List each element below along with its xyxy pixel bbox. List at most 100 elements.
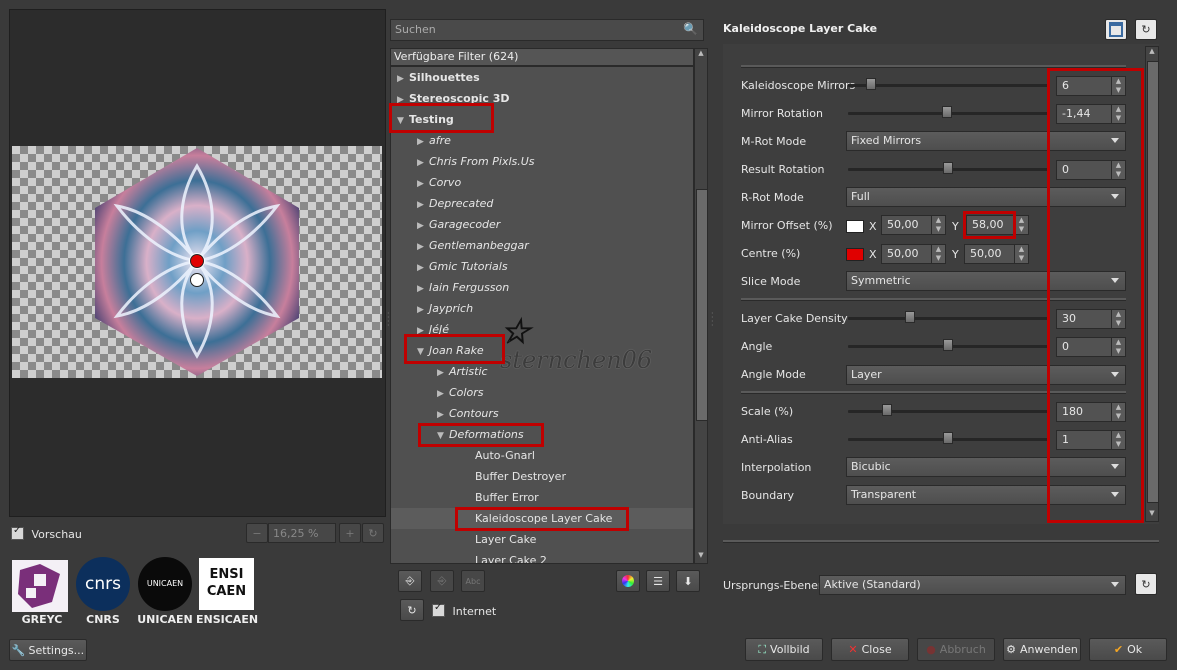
- params-scrollbar[interactable]: ▲ ▼: [1145, 46, 1159, 522]
- centre-x-spinbox[interactable]: 50,00 ▲ ▼: [881, 244, 946, 264]
- scroll-down-icon[interactable]: ▼: [696, 551, 706, 563]
- input-layers-refresh-button[interactable]: ↻: [1135, 573, 1157, 595]
- splitter-handle-right[interactable]: · · · ·: [711, 310, 714, 330]
- internet-toggle[interactable]: Internet: [432, 602, 496, 620]
- tree-item-garagecoder[interactable]: ▶ Garagecoder: [417, 214, 500, 235]
- zoom-in-button[interactable]: +: [339, 523, 361, 543]
- spin-arrows-icon[interactable]: ▲ ▼: [931, 216, 945, 234]
- add-favorite-button[interactable]: ⎆: [398, 570, 422, 592]
- preview-image[interactable]: [12, 146, 382, 378]
- spin-arrows-icon[interactable]: ▲ ▼: [931, 245, 945, 263]
- remove-favorite-button[interactable]: ⎆: [430, 570, 454, 592]
- tree-item-gentlemanbeggar[interactable]: ▶ Gentlemanbeggar: [417, 235, 529, 256]
- mirror-offset-handle[interactable]: [190, 273, 204, 287]
- input-layers-select[interactable]: Aktive (Standard): [819, 575, 1126, 595]
- filter-search-input[interactable]: Suchen 🔍: [390, 19, 704, 41]
- tree-item-gmic-tutorials[interactable]: ▶ Gmic Tutorials: [417, 256, 508, 277]
- filter-info-button[interactable]: [1105, 19, 1127, 40]
- reset-icon: ↻: [1141, 23, 1151, 36]
- slider-handle[interactable]: [943, 432, 953, 444]
- tree-item-auto-gnarl[interactable]: Auto-Gnarl: [475, 445, 535, 466]
- zoom-reset-button[interactable]: ↻: [362, 523, 384, 543]
- mirror-offset-color-swatch[interactable]: [846, 220, 864, 233]
- tree-item-contours[interactable]: ▶ Contours: [437, 403, 499, 424]
- tree-item-label: Corvo: [429, 176, 462, 189]
- tree-item-artistic[interactable]: ▶ Artistic: [437, 361, 488, 382]
- mirror-rotation-slider[interactable]: [848, 106, 1049, 118]
- scroll-up-icon[interactable]: ▲: [696, 49, 706, 61]
- settings-button[interactable]: 🔧 Settings...: [9, 639, 87, 661]
- preview-toggle[interactable]: Vorschau: [11, 525, 82, 543]
- spin-arrows-icon[interactable]: ▲ ▼: [1014, 216, 1028, 234]
- update-filters-button[interactable]: ⬇: [676, 570, 700, 592]
- slider-handle[interactable]: [905, 311, 915, 323]
- fullscreen-button[interactable]: ⛶ Vollbild: [745, 638, 823, 661]
- scroll-down-icon[interactable]: ▼: [1147, 509, 1157, 521]
- chevron-right-icon[interactable]: ▶: [417, 174, 429, 195]
- chevron-right-icon[interactable]: ▶: [417, 237, 429, 258]
- ok-button[interactable]: ✔ Ok: [1089, 638, 1167, 661]
- spin-arrows-icon[interactable]: ▲ ▼: [1014, 245, 1028, 263]
- tree-item-jayprich[interactable]: ▶ Jayprich: [417, 298, 473, 319]
- refresh-button[interactable]: ↻: [400, 599, 424, 621]
- tree-scroll-thumb[interactable]: [696, 189, 708, 421]
- chevron-right-icon[interactable]: ▶: [417, 153, 429, 174]
- chevron-right-icon[interactable]: ▶: [417, 216, 429, 237]
- tree-item-buffer-error[interactable]: Buffer Error: [475, 487, 539, 508]
- rename-button[interactable]: Abc: [461, 570, 485, 592]
- apply-button[interactable]: ⚙ Anwenden: [1003, 638, 1081, 661]
- zoom-field[interactable]: 16,25 %: [268, 523, 336, 543]
- centre-y-spinbox[interactable]: 50,00 ▲ ▼: [964, 244, 1029, 264]
- internet-checkbox[interactable]: [432, 602, 445, 617]
- centre-handle[interactable]: [190, 254, 204, 268]
- chevron-right-icon[interactable]: ▶: [417, 258, 429, 279]
- button-label: Vollbild: [770, 643, 810, 656]
- tree-item-silhouettes[interactable]: ▶ Silhouettes: [397, 67, 480, 88]
- anti-alias-slider[interactable]: [848, 432, 1049, 444]
- reset-params-button[interactable]: ↻: [1135, 19, 1157, 40]
- tree-item-corvo[interactable]: ▶ Corvo: [417, 172, 461, 193]
- close-button[interactable]: ✕ Close: [831, 638, 909, 661]
- scroll-up-icon[interactable]: ▲: [1147, 47, 1157, 59]
- slider-handle[interactable]: [866, 78, 876, 90]
- search-icon[interactable]: 🔍: [683, 22, 698, 36]
- button-label: Abbruch: [939, 643, 986, 656]
- list-view-button[interactable]: ☰: [646, 570, 670, 592]
- zoom-out-button[interactable]: −: [246, 523, 268, 543]
- density-slider[interactable]: [848, 311, 1049, 323]
- chevron-right-icon[interactable]: ▶: [417, 195, 429, 216]
- result-rotation-slider[interactable]: [848, 162, 1049, 174]
- tree-item-chris[interactable]: ▶ Chris From Pixls.Us: [417, 151, 535, 172]
- tree-item-layer-cake[interactable]: Layer Cake: [475, 529, 536, 550]
- tree-item-iain-fergusson[interactable]: ▶ Iain Fergusson: [417, 277, 509, 298]
- angle-slider[interactable]: [848, 339, 1049, 351]
- chevron-right-icon[interactable]: ▶: [397, 69, 409, 90]
- slider-handle[interactable]: [943, 162, 953, 174]
- tree-scrollbar[interactable]: ▲ ▼: [694, 48, 708, 564]
- centre-color-swatch[interactable]: [846, 248, 864, 261]
- slider-handle[interactable]: [882, 404, 892, 416]
- tree-item-buffer-destroyer[interactable]: Buffer Destroyer: [475, 466, 566, 487]
- preview-checkbox[interactable]: [11, 525, 24, 540]
- tree-item-deprecated[interactable]: ▶ Deprecated: [417, 193, 493, 214]
- chevron-right-icon[interactable]: ▶: [437, 363, 449, 384]
- tree-item-label: Jayprich: [429, 302, 474, 315]
- chevron-right-icon[interactable]: ▶: [417, 132, 429, 153]
- slider-handle[interactable]: [943, 339, 953, 351]
- tree-item-colors[interactable]: ▶ Colors: [437, 382, 483, 403]
- visibility-button[interactable]: [616, 570, 640, 592]
- mirrors-slider[interactable]: [848, 78, 1049, 90]
- mirror-offset-x-spinbox[interactable]: 50,00 ▲ ▼: [881, 215, 946, 235]
- cancel-button[interactable]: ● Abbruch: [917, 638, 995, 661]
- params-scroll-thumb[interactable]: [1147, 61, 1159, 503]
- chevron-right-icon[interactable]: ▶: [417, 300, 429, 321]
- highlight-box-mirror-offset-y: [963, 211, 1016, 239]
- slider-handle[interactable]: [942, 106, 952, 118]
- chevron-right-icon[interactable]: ▶: [417, 279, 429, 300]
- chevron-right-icon[interactable]: ▶: [437, 384, 449, 405]
- scale-slider[interactable]: [848, 404, 1049, 416]
- tree-item-layer-cake-2[interactable]: Layer Cake 2: [475, 550, 547, 563]
- color-wheel-icon: [622, 575, 634, 587]
- result-rotation-label: Result Rotation: [741, 163, 825, 176]
- tree-item-afre[interactable]: ▶ afre: [417, 130, 451, 151]
